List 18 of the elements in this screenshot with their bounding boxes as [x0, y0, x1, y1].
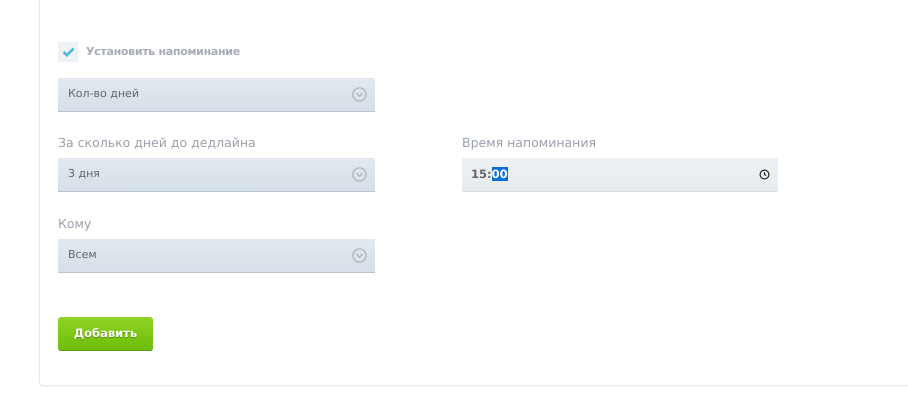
chevron-icon: [352, 248, 367, 263]
field-label: Время напоминания: [462, 135, 597, 151]
days-select[interactable]: 3 дня: [58, 158, 375, 192]
field-label: За сколько дней до дедлайна: [58, 135, 257, 151]
select-value: 3 дня: [68, 166, 100, 182]
chevron-icon: [352, 167, 367, 182]
time-field[interactable]: 15:00: [462, 158, 778, 192]
days-count-select[interactable]: Кол-во дней: [58, 78, 375, 112]
time-value: 15:00: [471, 166, 508, 183]
clock-icon[interactable]: [759, 169, 770, 180]
field-label: Кому: [58, 216, 92, 232]
recipient-select[interactable]: Всем: [58, 239, 375, 273]
checkbox-label: Установить напоминание: [86, 44, 240, 60]
select-value: Всем: [68, 247, 97, 264]
checkbox[interactable]: [58, 42, 78, 62]
checkmark-icon: [62, 47, 74, 57]
chevron-icon: [352, 87, 367, 102]
select-value: Кол-во дней: [68, 86, 139, 102]
